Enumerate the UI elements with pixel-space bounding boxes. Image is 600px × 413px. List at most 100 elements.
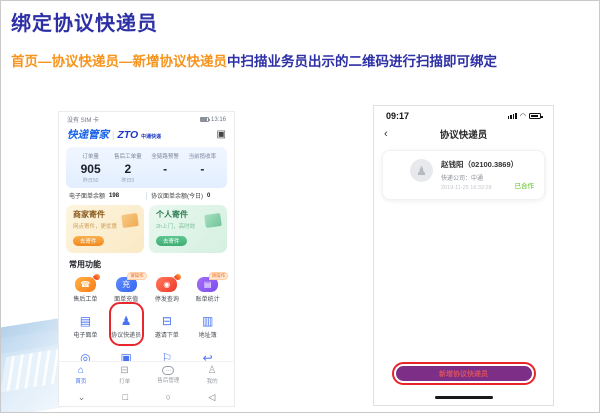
- zto-logo: ZTO: [117, 129, 138, 141]
- home-indicator: [435, 396, 493, 399]
- red-highlight-annotation: 新增协议快递员: [392, 362, 536, 385]
- back-chevron-icon[interactable]: ‹: [384, 128, 388, 140]
- battery-icon: [529, 113, 541, 119]
- flame-badge-icon: [174, 272, 182, 280]
- grid-item-invite-order[interactable]: ⊟ 邀请下单: [147, 308, 188, 345]
- stat-label: 全链路预警: [147, 152, 184, 160]
- balance-value: 198: [109, 193, 119, 199]
- no-sim-text: 没有 SIM 卡: [67, 115, 99, 124]
- android-nav-bar: ⌄ □ ○ ◁: [59, 388, 234, 406]
- send-cards: 商家寄件 网点寄件，更优惠 去寄件 个人寄件 2h上门，高时效 去寄件: [66, 205, 227, 253]
- scan-icon[interactable]: ▣: [217, 130, 226, 140]
- grid-item-stop-query[interactable]: ◉ 停发查询: [147, 271, 188, 308]
- left-phone-screenshot: 没有 SIM 卡 13:16 快递管家 | ZTO 中通快递 ▣ 订单量 905…: [58, 111, 235, 407]
- stat-value: -: [184, 162, 221, 176]
- grid-label: 停发查询: [155, 294, 179, 303]
- hide-keyboard-button[interactable]: ⌄: [78, 392, 86, 403]
- home-button[interactable]: ○: [166, 392, 171, 402]
- go-send-button[interactable]: 去寄件: [156, 236, 187, 246]
- courier-person-icon: ♟: [121, 314, 132, 328]
- grid-item-e-waybill[interactable]: ▤ 电子面单: [65, 308, 106, 345]
- grid-label: 电子面单: [73, 330, 97, 339]
- tab-label: 首页: [75, 377, 86, 385]
- avatar: ♟: [410, 159, 433, 182]
- printer-icon: ⊟: [162, 314, 172, 328]
- courier-name: 赵钱阳（02100.3869）: [441, 159, 518, 170]
- location-pin-icon: ◉: [156, 277, 177, 292]
- tab-label: 售后管理: [157, 376, 179, 384]
- signal-icon: [508, 113, 517, 119]
- stats-card: 订单量 905 昨日50 售后工单量 2 昨日0 全链路预警 - 当前揽收率 -: [66, 147, 227, 188]
- address-book-icon: ▥: [202, 314, 213, 328]
- agreement-waybill-balance[interactable]: 协议面单余额(今日) 0: [151, 191, 224, 200]
- stat-value: 905: [72, 162, 109, 176]
- grid-label: 邀请下单: [155, 330, 179, 339]
- action-badge: 请操作: [209, 272, 229, 280]
- app-name-logo: 快递管家: [67, 127, 109, 142]
- logo-divider: |: [112, 130, 114, 140]
- page-title: 绑定协议快递员: [11, 7, 158, 36]
- person-icon: ♙: [208, 365, 217, 376]
- balance-label: 电子面单余额: [69, 191, 105, 200]
- tutorial-slide: 绑定协议快递员 首页—协议快递员—新增协议快递员中扫描业务员出示的二维码进行扫描…: [0, 0, 600, 413]
- stat-label: 售后工单量: [109, 152, 146, 160]
- grid-label: 协议快递员: [111, 330, 141, 339]
- grid-label: 地址簿: [199, 330, 217, 339]
- tab-print-order[interactable]: ⊟ 打单: [103, 362, 147, 388]
- bottom-tab-bar: ⌂ 首页 ⊟ 打单 … 售后管理 ♙ 我的: [59, 361, 234, 388]
- tab-profile[interactable]: ♙ 我的: [190, 362, 234, 388]
- grid-item-bill-stats[interactable]: ▤请操作 账单统计: [187, 271, 228, 308]
- stat-pickup-rate[interactable]: 当前揽收率 -: [184, 152, 221, 184]
- stat-label: 当前揽收率: [184, 152, 221, 160]
- stat-label: 订单量: [72, 152, 109, 160]
- stat-sub: 昨日0: [109, 177, 146, 184]
- tab-home[interactable]: ⌂ 首页: [59, 362, 103, 388]
- page-header-title: 协议快递员: [440, 127, 488, 141]
- stat-sub: [147, 177, 184, 183]
- wifi-icon: ◠: [520, 113, 526, 120]
- grid-item-waybill-recharge[interactable]: 充请操作 面单充值: [106, 271, 147, 308]
- go-send-button[interactable]: 去寄件: [73, 236, 104, 246]
- grid-label: 面单充值: [114, 294, 138, 303]
- stat-chain-warning[interactable]: 全链路预警 -: [147, 152, 184, 184]
- icon-glyph: ◉: [163, 280, 170, 289]
- nav-bar: ‹ 协议快递员: [374, 123, 553, 145]
- tab-aftersale-manage[interactable]: … 售后管理: [147, 362, 191, 388]
- merchant-send-card[interactable]: 商家寄件 网点寄件，更优惠 去寄件: [66, 205, 144, 253]
- icon-glyph: ☎: [80, 280, 90, 289]
- stat-aftersale-tickets[interactable]: 售后工单量 2 昨日0: [109, 152, 146, 184]
- divider: [146, 192, 147, 200]
- zto-logo-sub: 中通快递: [141, 133, 161, 140]
- stat-value: -: [147, 162, 184, 176]
- chat-bubble-icon: …: [162, 366, 174, 375]
- instruction-path: 首页—协议快递员—新增协议快递员: [11, 54, 227, 69]
- grid-item-agreement-courier[interactable]: ♟ 协议快递员: [106, 308, 147, 345]
- package-icon: [204, 213, 222, 228]
- e-waybill-balance[interactable]: 电子面单余额 198: [69, 191, 142, 200]
- left-status-bar: 没有 SIM 卡 13:16: [59, 112, 234, 125]
- app-header: 快递管家 | ZTO 中通快递 ▣: [59, 125, 234, 145]
- balance-value: 0: [207, 193, 210, 199]
- grid-item-address-book[interactable]: ▥ 地址簿: [187, 308, 228, 345]
- bill-stats-icon: ▤请操作: [197, 277, 218, 292]
- stat-value: 2: [109, 162, 146, 176]
- package-icon: [121, 213, 139, 228]
- tab-label: 打单: [119, 377, 130, 385]
- recharge-icon: 充请操作: [116, 277, 137, 292]
- flame-badge-icon: [93, 272, 101, 280]
- stat-orders[interactable]: 订单量 905 昨日50: [72, 152, 109, 184]
- battery-icon: [200, 117, 209, 122]
- recents-button[interactable]: □: [123, 392, 128, 402]
- bind-timestamp: 2019-11-25 16:32:28: [441, 185, 518, 191]
- courier-card[interactable]: ♟ 赵钱阳（02100.3869） 快递公司：中通 2019-11-25 16:…: [382, 150, 545, 200]
- stat-sub: [184, 177, 221, 183]
- right-status-bar: 09:17 ◠: [374, 106, 553, 123]
- personal-send-card[interactable]: 个人寄件 2h上门，高时效 去寄件: [149, 205, 227, 253]
- grid-item-aftersale-ticket[interactable]: ☎ 售后工单: [65, 271, 106, 308]
- courier-company: 快递公司：中通: [441, 173, 518, 182]
- add-agreement-courier-button[interactable]: 新增协议快递员: [396, 366, 532, 381]
- back-button[interactable]: ◁: [208, 392, 215, 403]
- icon-glyph: 充: [122, 279, 130, 290]
- common-functions-title: 常用功能: [69, 259, 224, 270]
- tab-label: 我的: [207, 377, 218, 385]
